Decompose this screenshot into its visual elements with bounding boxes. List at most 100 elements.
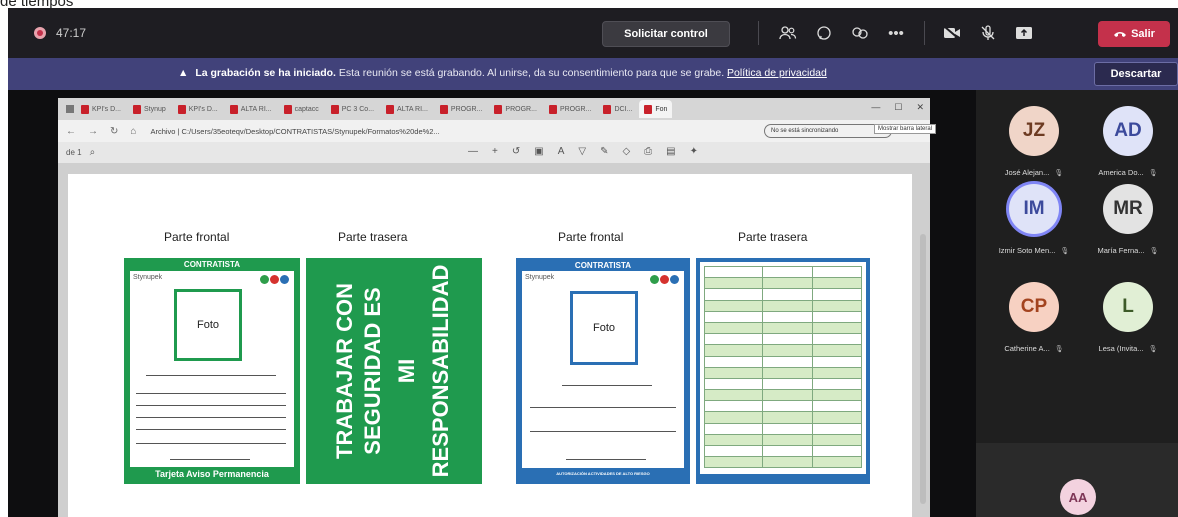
table-cell — [762, 265, 813, 279]
chat-icon[interactable] — [814, 24, 834, 42]
browser-tab[interactable]: PC 3 Co... — [326, 100, 379, 118]
participant-tile[interactable]: AD America Do... 🎙︎ — [1078, 106, 1178, 177]
avatar: AD — [1103, 106, 1153, 156]
read-aloud-icon[interactable]: A — [558, 146, 565, 157]
table-cell — [704, 444, 763, 458]
brand-text: Stynupek — [525, 274, 555, 281]
home-icon[interactable]: ⌂ — [130, 126, 136, 137]
erase-icon[interactable]: ◇ — [622, 146, 630, 157]
mic-off-icon: 🎙︎ — [1054, 169, 1064, 177]
browser-tab[interactable]: ALTA RI... — [225, 100, 277, 118]
browser-tab[interactable]: KPI's D... — [76, 100, 126, 118]
draw-icon[interactable]: ▽ — [578, 146, 586, 157]
browser-window: KPI's D... Stynup KPI's D... ALTA RI... capt… — [58, 98, 937, 517]
mic-off-icon[interactable] — [978, 24, 998, 42]
reload-icon[interactable]: ↻ — [110, 126, 118, 137]
participant-name: Izmir Soto Men... — [998, 246, 1056, 255]
label-front-green: Parte frontal — [164, 230, 230, 244]
participant-tile[interactable]: MR María Ferna... 🎙︎ — [1078, 184, 1178, 255]
field-line — [530, 407, 676, 408]
tab-label: captacc — [294, 105, 319, 113]
tab-label: KPI's D... — [188, 105, 218, 113]
participant-name-row: Izmir Soto Men... 🎙︎ — [984, 246, 1084, 255]
back-icon[interactable]: ← — [66, 126, 76, 137]
participant-tile[interactable]: CP Catherine A... 🎙︎ — [984, 282, 1084, 353]
save-icon[interactable]: ▤ — [666, 146, 675, 157]
fit-page-icon[interactable]: ▣ — [534, 146, 543, 157]
mic-off-icon: 🎙︎ — [1148, 345, 1158, 353]
pdf-icon — [548, 104, 557, 114]
browser-tab[interactable]: DCI... — [598, 100, 637, 118]
maximize-icon[interactable]: ☐ — [894, 102, 902, 113]
table-row — [704, 422, 862, 435]
table-row — [704, 277, 862, 290]
zoom-out-icon[interactable]: — — [468, 146, 478, 157]
dismiss-button[interactable]: Descartar — [1094, 62, 1178, 86]
participant-tile[interactable]: L Lesa (Invita... 🎙︎ — [1078, 282, 1178, 353]
shared-screen: KPI's D... Stynup KPI's D... ALTA RI... capt… — [8, 90, 976, 517]
zoom-in-icon[interactable]: + — [492, 146, 498, 157]
pdf-viewport[interactable]: Parte frontal Parte trasera Parte fronta… — [58, 164, 930, 517]
page-fragment-text: de tiempos — [0, 0, 400, 8]
browser-tab[interactable]: PROGR... — [489, 100, 542, 118]
rotate-icon[interactable]: ↺ — [512, 146, 520, 157]
forward-icon[interactable]: → — [88, 126, 98, 137]
privacy-policy-link[interactable]: Política de privacidad — [727, 67, 827, 79]
tab-label: PROGR... — [559, 105, 592, 113]
table-cell — [704, 321, 763, 335]
people-icon[interactable] — [778, 24, 798, 42]
pdf-icon — [386, 104, 395, 114]
tab-label: PC 3 Co... — [341, 105, 375, 113]
tab-actions-icon[interactable] — [66, 105, 74, 113]
camera-off-icon[interactable] — [942, 24, 962, 42]
browser-tab[interactable]: KPI's D... — [173, 100, 223, 118]
field-line — [136, 393, 286, 394]
meeting-timer: 47:17 — [56, 26, 87, 40]
request-control-button[interactable]: Solicitar control — [602, 21, 730, 47]
table-cell — [704, 456, 763, 469]
table-cell — [762, 411, 813, 424]
divider — [758, 21, 759, 45]
label-front-blue: Parte frontal — [558, 230, 624, 244]
window-controls: — ☐ ✕ — [871, 102, 924, 113]
print-icon[interactable]: ⎙ — [644, 146, 652, 157]
table-cell — [811, 265, 862, 279]
participant-tile[interactable]: JZ José Alejan... 🎙︎ — [984, 106, 1084, 177]
pdf-tools: — + ↺ ▣ A ▽ ✎ ◇ ⎙ ▤ ✦ — [468, 146, 698, 157]
minimize-icon[interactable]: — — [871, 102, 880, 113]
browser-tab[interactable]: Stynup — [128, 100, 171, 118]
tooltip: Mostrar barra lateral — [874, 124, 937, 134]
mic-off-icon: 🎙︎ — [1149, 247, 1159, 255]
green-card-back: TRABAJAR CON SEGURIDAD ES MI RESPONSABIL… — [306, 258, 482, 484]
table-cell — [704, 433, 763, 447]
more-icon[interactable]: ••• — [886, 24, 906, 42]
leave-button[interactable]: Salir — [1098, 21, 1170, 47]
table-cell — [704, 277, 763, 290]
pin-icon[interactable]: ✦ — [690, 146, 698, 157]
participant-tile[interactable]: IM Izmir Soto Men... 🎙︎ — [984, 184, 1084, 255]
browser-tab[interactable]: Fon — [639, 100, 673, 118]
browser-tab[interactable]: PROGR... — [544, 100, 597, 118]
highlight-icon[interactable]: ✎ — [600, 146, 608, 157]
browser-tab[interactable]: captacc — [279, 100, 324, 118]
participant-name: America Do... — [1098, 168, 1144, 177]
label-back-green: Parte trasera — [338, 230, 408, 244]
scrollbar[interactable] — [920, 234, 926, 504]
share-icon[interactable] — [1014, 24, 1034, 42]
sync-status-button[interactable]: No se está sincronizando — [764, 124, 892, 138]
mic-off-icon: 🎙︎ — [1060, 247, 1070, 255]
browser-tab[interactable]: ALTA RI... — [381, 100, 433, 118]
table-cell — [762, 344, 813, 357]
screen: de tiempos 47:17 Solicitar control ••• S… — [0, 0, 1178, 517]
close-window-icon[interactable]: ✕ — [916, 102, 924, 113]
search-icon[interactable]: ⌕ — [90, 147, 96, 158]
participant-name-row: José Alejan... 🎙︎ — [984, 168, 1084, 177]
url-text[interactable]: Archivo | C:/Users/35eoteqv/Desktop/CONT… — [150, 127, 439, 136]
react-icon[interactable] — [850, 24, 870, 42]
table-cell — [762, 400, 813, 413]
mic-off-icon: 🎙︎ — [1148, 169, 1158, 177]
browser-tab[interactable]: PROGR... — [435, 100, 488, 118]
table-cell — [811, 433, 862, 447]
participants-panel: AA JZ José Alejan... 🎙︎ AD America Do... 🎙︎ IM… — [976, 90, 1178, 517]
table-cell — [811, 299, 862, 312]
